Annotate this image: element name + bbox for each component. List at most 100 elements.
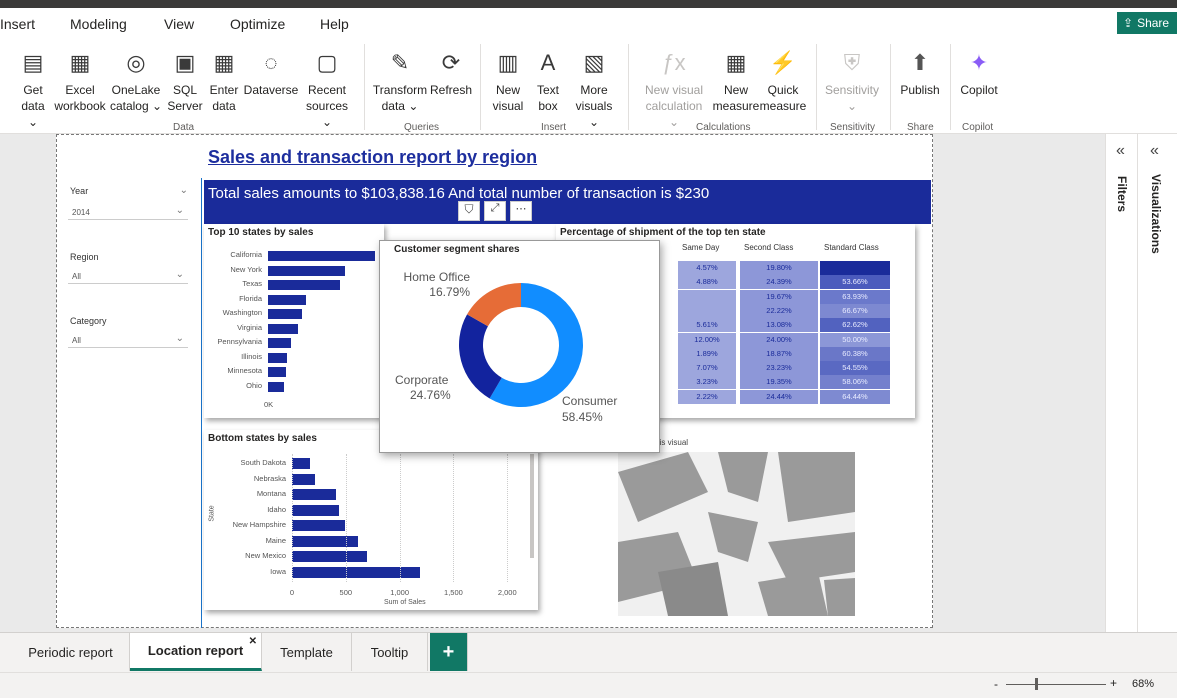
ribbon-label: New (495, 83, 520, 97)
new-visual-button[interactable]: ▥ New visual (493, 46, 524, 114)
tab-tooltip[interactable]: Tooltip (352, 633, 428, 671)
chevron-down-icon: ⌄ (175, 269, 184, 280)
visual-title: Bottom states by sales (208, 433, 317, 444)
matrix-cell (678, 303, 736, 318)
text-box-button[interactable]: A Text box (534, 46, 562, 114)
category-label: New York (230, 264, 262, 274)
tab-periodic-report[interactable]: Periodic report (12, 633, 130, 671)
ribbon-label: ⌄ (846, 99, 858, 113)
bar[interactable] (268, 265, 345, 276)
map-placeholder[interactable] (618, 452, 855, 616)
share-button[interactable]: ⇪ Share (1117, 12, 1177, 34)
get-data-button[interactable]: ▤ Get data ⌄ (16, 46, 50, 130)
ribbon-label: box (538, 99, 558, 113)
sql-server-icon: ▣ (174, 50, 196, 75)
collapse-chevron-icon[interactable]: « (1116, 142, 1125, 160)
enter-data-button[interactable]: ▦ Enter data (206, 46, 242, 114)
ribbon-label: catalog ⌄ (109, 99, 163, 113)
more-options-icon[interactable]: ⋯ (510, 201, 532, 221)
filter-icon[interactable]: ⛉ (458, 201, 480, 221)
matrix-column-header[interactable]: Same Day (682, 243, 719, 252)
bar[interactable] (268, 352, 287, 363)
new-measure-button[interactable]: ▦ New measure (712, 46, 760, 114)
close-icon[interactable]: ✕ (249, 636, 257, 647)
bar[interactable] (292, 504, 340, 516)
slicer-region-dropdown[interactable]: All ⌄ (68, 268, 188, 284)
slicer-year-dropdown[interactable]: 2014 ⌄ (68, 204, 188, 220)
bar[interactable] (292, 520, 345, 531)
bar[interactable] (268, 294, 306, 305)
transform-data-button[interactable]: ✎ Transform data ⌄ (373, 46, 427, 114)
recent-sources-button[interactable]: ▢ Recent sources ⌄ (300, 46, 354, 130)
zoom-slider[interactable] (1006, 684, 1106, 685)
menu-view[interactable]: View (164, 16, 194, 32)
axis-tick-label: 0K (264, 400, 274, 409)
matrix-cell: 1.89% (678, 346, 736, 361)
sql-server-button[interactable]: ▣ SQL Server (166, 46, 204, 114)
bar[interactable] (292, 566, 421, 578)
category-label: Texas (242, 279, 262, 288)
collapse-chevron-icon[interactable]: « (1150, 142, 1159, 160)
tab-location-report[interactable]: Location report ✕ (130, 633, 262, 671)
matrix-column-header[interactable]: Standard Class (824, 243, 879, 252)
matrix-cell: 66.67% (820, 303, 890, 318)
matrix-cell: 62.62% (820, 318, 890, 333)
menu-help[interactable]: Help (320, 16, 349, 32)
zoom-out-button[interactable]: - (994, 677, 998, 691)
bottom-states-visual[interactable]: Bottom states by sales State South Dakot… (204, 430, 538, 610)
ribbon-label: sources ⌄ (305, 99, 349, 129)
bar[interactable] (268, 338, 292, 348)
focus-mode-icon[interactable]: ⤢ (484, 201, 506, 221)
visual-header-icons: ⛉ ⤢ ⋯ (458, 201, 538, 223)
bar[interactable] (268, 280, 340, 290)
category-label: Maine (265, 535, 286, 545)
bar[interactable] (268, 381, 284, 392)
sensitivity-button[interactable]: ⛨ Sensitivity ⌄ (825, 46, 879, 114)
filters-pane[interactable]: « Filters (1106, 134, 1138, 632)
add-page-button[interactable]: + (430, 633, 468, 671)
menu-optimize[interactable]: Optimize (230, 16, 285, 32)
donut-slice-corporate[interactable] (459, 314, 502, 399)
chevron-down-icon[interactable]: ⌄ (180, 185, 188, 196)
matrix-cell: 4.57% (678, 261, 736, 275)
bar[interactable] (292, 551, 368, 562)
slicer-category-dropdown[interactable]: All ⌄ (68, 332, 188, 348)
zoom-slider-thumb[interactable] (1035, 678, 1038, 690)
bar[interactable] (268, 323, 298, 334)
bar[interactable] (292, 458, 311, 469)
publish-button[interactable]: ⬆ Publish (898, 46, 942, 98)
tab-template[interactable]: Template (262, 633, 352, 671)
refresh-button[interactable]: ⟳ Refresh (430, 46, 472, 98)
copilot-button[interactable]: ✦ Copilot (958, 46, 1000, 98)
dataverse-button[interactable]: ◌ Dataverse (244, 46, 299, 98)
category-label: Ohio (246, 380, 262, 390)
new-visual-calculation-button[interactable]: ƒx New visual calculation ⌄ (640, 46, 708, 130)
page-tabs: Periodic report Location report ✕ Templat… (0, 632, 1177, 672)
bar[interactable] (292, 489, 337, 500)
ribbon: ▤ Get data ⌄ ▦ Excel workbook ◎ OneLake catalog … (0, 40, 1177, 134)
bar[interactable] (268, 367, 287, 377)
menu-insert[interactable]: Insert (0, 16, 35, 32)
bar[interactable] (292, 535, 358, 547)
matrix-cell: 63.93% (820, 289, 890, 304)
zoom-level: 68% (1132, 678, 1155, 690)
scrollbar[interactable] (530, 454, 534, 558)
visualizations-pane[interactable]: « Visualizations (1144, 134, 1176, 632)
zoom-in-button[interactable]: + (1110, 676, 1117, 690)
ribbon-label: Excel (65, 83, 95, 97)
matrix-column-header[interactable]: Second Class (744, 243, 793, 252)
ribbon-label: SQL (172, 83, 197, 97)
matrix-cell: 50.00% (820, 332, 890, 347)
top10-states-visual[interactable]: Top 10 states by sales California New Yor… (204, 224, 384, 418)
ribbon-label: visuals ⌄ (575, 99, 613, 129)
menu-modeling[interactable]: Modeling (70, 16, 127, 32)
more-visuals-button[interactable]: ▧ More visuals ⌄ (572, 46, 616, 130)
bar[interactable] (268, 309, 302, 319)
category-label: Iowa (270, 566, 286, 576)
quick-measure-button[interactable]: ⚡ Quick measure (760, 46, 807, 114)
bar[interactable] (268, 251, 376, 261)
bar[interactable] (292, 473, 315, 485)
excel-workbook-button[interactable]: ▦ Excel workbook (54, 46, 106, 114)
onelake-catalog-button[interactable]: ◎ OneLake catalog ⌄ (108, 46, 164, 114)
group-label-insert: Insert (541, 122, 567, 133)
